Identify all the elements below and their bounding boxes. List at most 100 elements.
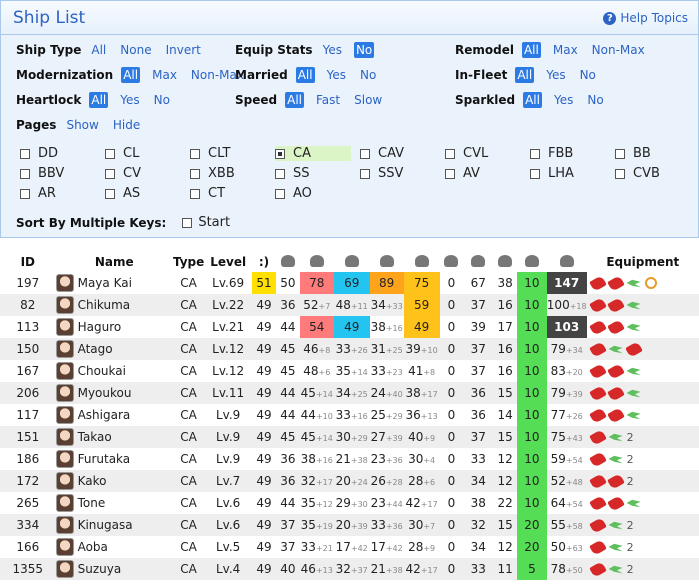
filter-option-yes[interactable]: Yes bbox=[544, 67, 567, 83]
type-checkbox-ar[interactable]: AR bbox=[20, 186, 56, 201]
header-col-11[interactable] bbox=[463, 252, 493, 272]
avatar bbox=[55, 560, 74, 578]
type-checkbox-bb[interactable]: BB bbox=[615, 146, 651, 161]
header-col-15[interactable]: Equipment bbox=[587, 252, 699, 272]
stat-cell: 49 bbox=[403, 316, 440, 338]
ship-name-cell[interactable]: Chikuma bbox=[55, 294, 173, 316]
ship-name-cell[interactable]: Haguro bbox=[55, 316, 173, 338]
filter-option-all[interactable]: All bbox=[523, 92, 542, 108]
header-col-14[interactable] bbox=[547, 252, 587, 272]
table-row[interactable]: 82 Chikuma CA Lv.22 49 36 52+7 48+11 34+33 59 0 37 1… bbox=[0, 294, 699, 316]
ship-name-cell[interactable]: Suzuya bbox=[55, 558, 173, 580]
ship-name-cell[interactable]: Furutaka bbox=[55, 448, 173, 470]
header-col-9[interactable] bbox=[404, 252, 440, 272]
filter-option-slow[interactable]: Slow bbox=[352, 92, 384, 108]
filter-option-show[interactable]: Show bbox=[64, 117, 100, 133]
table-row[interactable]: 151 Takao CA Lv.9 49 45 45+14 30+29 27+39 40+9 0 37… bbox=[0, 426, 699, 448]
header-col-8[interactable] bbox=[370, 252, 404, 272]
filter-option-all[interactable]: All bbox=[521, 42, 541, 58]
table-row[interactable]: 186 Furutaka CA Lv.9 49 36 38+16 21+38 23+36 30+4… bbox=[0, 448, 699, 470]
filter-option-all[interactable]: All bbox=[89, 92, 109, 108]
header-col-4[interactable]: :) bbox=[252, 252, 276, 272]
type-checkbox-bbv[interactable]: BBV bbox=[20, 166, 64, 181]
type-checkbox-as[interactable]: AS bbox=[105, 186, 140, 201]
header-col-0[interactable]: ID bbox=[0, 252, 56, 272]
header-col-10[interactable] bbox=[440, 252, 464, 272]
filter-option-yes[interactable]: Yes bbox=[118, 92, 141, 108]
filter-option-none[interactable]: None bbox=[118, 42, 153, 58]
header-col-3[interactable]: Level bbox=[204, 252, 252, 272]
table-row[interactable]: 117 Ashigara CA Lv.9 49 44 44+10 33+16 25+29 36+1… bbox=[0, 404, 699, 426]
filter-option-all[interactable]: All bbox=[121, 67, 141, 83]
header-col-5[interactable] bbox=[276, 252, 300, 272]
filter-option-no[interactable]: No bbox=[585, 92, 605, 108]
checkbox-icon bbox=[275, 188, 285, 199]
ship-name-cell[interactable]: Atago bbox=[55, 338, 173, 360]
type-checkbox-lha[interactable]: LHA bbox=[530, 166, 574, 181]
table-row[interactable]: 172 Kako CA Lv.7 49 36 32+17 20+24 26+28 28+6 0 34 1… bbox=[0, 470, 699, 492]
type-checkbox-cvl[interactable]: CVL bbox=[445, 146, 488, 161]
table-row[interactable]: 206 Myoukou CA Lv.11 49 44 45+14 34+25 24+40 38+1… bbox=[0, 382, 699, 404]
filter-option-all[interactable]: All bbox=[89, 42, 108, 58]
filter-option-invert[interactable]: Invert bbox=[164, 42, 203, 58]
ship-name-cell[interactable]: Myoukou bbox=[55, 382, 173, 404]
plane-icon bbox=[626, 279, 641, 288]
type-checkbox-cl[interactable]: CL bbox=[105, 146, 139, 161]
ship-name-cell[interactable]: Choukai bbox=[55, 360, 173, 382]
filter-option-no[interactable]: No bbox=[578, 67, 598, 83]
table-row[interactable]: 167 Choukai CA Lv.12 49 45 48+6 35+14 33+23 41+8 0… bbox=[0, 360, 699, 382]
filter-option-all[interactable]: All bbox=[295, 67, 315, 83]
stat-cell: 35+12 bbox=[299, 492, 334, 514]
type-checkbox-ao[interactable]: AO bbox=[275, 186, 312, 201]
filter-option-all[interactable]: All bbox=[515, 67, 535, 83]
type-checkbox-ss[interactable]: SS bbox=[275, 166, 310, 181]
type-checkbox-cvb[interactable]: CVB bbox=[615, 166, 660, 181]
filter-option-yes[interactable]: Yes bbox=[552, 92, 575, 108]
ship-name-cell[interactable]: Kako bbox=[55, 470, 173, 492]
ship-name-cell[interactable]: Ashigara bbox=[55, 404, 173, 426]
type-checkbox-av[interactable]: AV bbox=[445, 166, 480, 181]
table-row[interactable]: 113 Haguro CA Lv.21 49 44 54 49 38+16 49 0 39 17 10 10… bbox=[0, 316, 699, 338]
filter-option-non-max[interactable]: Non-Max bbox=[590, 42, 647, 58]
filter-option-hide[interactable]: Hide bbox=[111, 117, 142, 133]
table-row[interactable]: 150 Atago CA Lv.12 49 45 46+8 33+26 31+25 39+10 0 3… bbox=[0, 338, 699, 360]
filter-option-no[interactable]: No bbox=[353, 42, 375, 58]
header-col-2[interactable]: Type bbox=[173, 252, 204, 272]
ship-name-cell[interactable]: Kinugasa bbox=[55, 514, 173, 536]
ship-name-cell[interactable]: Maya Kai bbox=[55, 272, 173, 294]
filter-option-max[interactable]: Max bbox=[150, 67, 179, 83]
filter-option-yes[interactable]: Yes bbox=[325, 67, 348, 83]
header-col-12[interactable] bbox=[493, 252, 517, 272]
type-checkbox-ssv[interactable]: SSV bbox=[360, 166, 403, 181]
ship-name-cell[interactable]: Tone bbox=[55, 492, 173, 514]
type-checkbox-ca[interactable]: CA bbox=[275, 146, 351, 161]
type-checkbox-cav[interactable]: CAV bbox=[360, 146, 404, 161]
header-col-1[interactable]: Name bbox=[56, 252, 173, 272]
table-row[interactable]: 265 Tone CA Lv.6 49 44 35+12 29+30 23+44 42+17 0 38… bbox=[0, 492, 699, 514]
sort-start-checkbox[interactable] bbox=[182, 217, 193, 228]
filter-option-no[interactable]: No bbox=[152, 92, 172, 108]
type-checkbox-xbb[interactable]: XBB bbox=[190, 166, 235, 181]
filter-option-yes[interactable]: Yes bbox=[321, 42, 344, 58]
table-row[interactable]: 334 Kinugasa CA Lv.6 49 37 35+19 20+39 33+36 30+7… bbox=[0, 514, 699, 536]
header-col-7[interactable] bbox=[334, 252, 370, 272]
type-checkbox-ct[interactable]: CT bbox=[190, 186, 225, 201]
ship-name-cell[interactable]: Aoba bbox=[55, 536, 173, 558]
table-row[interactable]: 166 Aoba CA Lv.5 49 37 33+21 17+42 17+42 28+9 0 34 1… bbox=[0, 536, 699, 558]
filter-option-all[interactable]: All bbox=[285, 92, 304, 108]
stat-mod: +37 bbox=[350, 566, 368, 575]
stat-cell: 55+58 bbox=[546, 514, 587, 536]
type-checkbox-fbb[interactable]: FBB bbox=[530, 146, 573, 161]
header-col-6[interactable] bbox=[300, 252, 334, 272]
filter-option-no[interactable]: No bbox=[358, 67, 378, 83]
type-checkbox-clt[interactable]: CLT bbox=[190, 146, 230, 161]
help-topics-link[interactable]: ? Help Topics bbox=[603, 11, 688, 25]
filter-option-fast[interactable]: Fast bbox=[314, 92, 342, 108]
type-checkbox-cv[interactable]: CV bbox=[105, 166, 141, 181]
filter-option-max[interactable]: Max bbox=[551, 42, 580, 58]
table-row[interactable]: 197 Maya Kai CA Lv.69 51 50 78 69 89 75 0 67 38 10 147 bbox=[0, 272, 699, 294]
type-checkbox-dd[interactable]: DD bbox=[20, 146, 58, 161]
table-row[interactable]: 1355 Suzuya CA Lv.4 49 40 46+13 32+37 21+38 42+17… bbox=[0, 558, 699, 580]
ship-name-cell[interactable]: Takao bbox=[55, 426, 173, 448]
header-col-13[interactable] bbox=[517, 252, 547, 272]
